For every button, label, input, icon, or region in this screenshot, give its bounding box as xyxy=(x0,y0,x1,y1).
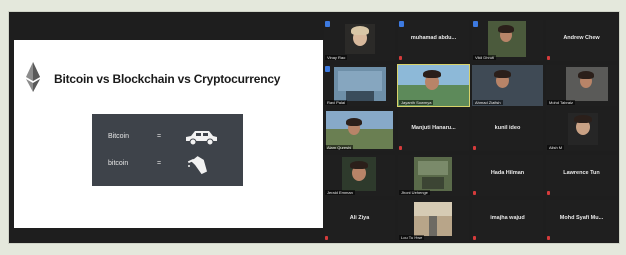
host-shield-icon xyxy=(325,66,330,72)
muted-mic-icon xyxy=(399,146,402,150)
participant-label: Ravi Palai xyxy=(325,100,348,105)
muted-mic-icon xyxy=(325,236,328,240)
participant-tile[interactable]: Vikli Dhruti xyxy=(472,20,543,61)
host-shield-icon xyxy=(325,21,330,27)
participant-name: Lawrence Tun xyxy=(563,170,600,176)
participant-label: Lou Tu Hwe xyxy=(399,235,425,240)
participant-grid: Vinay Rao muhamad abdu... Vikli Dhruti A… xyxy=(324,20,619,242)
definition-row: bitcoin = xyxy=(92,154,243,175)
participant-video xyxy=(345,24,375,54)
equals-sign: = xyxy=(157,133,162,140)
participant-name: Ali Ziya xyxy=(349,215,370,221)
participant-tile[interactable]: Andrew Chew xyxy=(546,20,617,61)
host-shield-icon xyxy=(399,21,404,27)
muted-mic-icon xyxy=(473,146,476,150)
participant-video xyxy=(488,21,526,57)
participant-video xyxy=(342,157,376,191)
equals-sign: = xyxy=(157,160,162,167)
participant-label: Vikli Dhruti xyxy=(473,55,497,60)
participant-video xyxy=(326,111,393,149)
muted-mic-icon xyxy=(399,56,402,60)
participant-tile-speaking[interactable]: Jayanth Sowmya xyxy=(397,64,470,107)
participant-name: Andrew Chew xyxy=(563,35,600,41)
participant-label: Jhoni Uehenge xyxy=(399,190,430,195)
meeting-window: Bitcoin vs Blockchain vs Cryptocurrency … xyxy=(8,11,620,244)
definition-row: Bitcoin = xyxy=(92,127,243,147)
participant-name: Hada Hilman xyxy=(490,170,525,176)
participant-video xyxy=(414,157,452,191)
participant-tile[interactable]: imajha wajud xyxy=(472,200,543,241)
participant-name: Mohd Syafi Mu... xyxy=(559,215,604,221)
participant-label: Ahmad Ziafish xyxy=(473,100,503,105)
ethereum-logo-icon xyxy=(26,62,40,92)
participant-label: Vinay Rao xyxy=(325,55,348,60)
participant-label: Jerald Emman xyxy=(325,190,355,195)
muted-mic-icon xyxy=(547,191,550,195)
participant-tile[interactable]: Vinay Rao xyxy=(324,20,395,61)
participant-label: Mohd Tabraiz xyxy=(547,100,575,105)
host-shield-icon xyxy=(473,21,478,27)
muted-mic-icon xyxy=(473,236,476,240)
participant-tile[interactable]: muhamad abdu... xyxy=(398,20,469,61)
definition-term: Bitcoin xyxy=(108,133,130,140)
definition-box: Bitcoin = bitcoin = xyxy=(92,114,243,186)
shared-slide: Bitcoin vs Blockchain vs Cryptocurrency … xyxy=(14,40,323,228)
participant-tile[interactable]: Ahmad Ziafish xyxy=(472,65,543,106)
participant-label: Alam Qureshi xyxy=(325,145,354,150)
participant-tile[interactable]: Jerald Emman xyxy=(324,155,395,196)
participant-tile[interactable]: Hada Hilman xyxy=(472,155,543,196)
participant-tile[interactable]: Jhoni Uehenge xyxy=(398,155,469,196)
participant-tile[interactable]: Lou Tu Hwe xyxy=(398,200,469,241)
participant-label: Jayanth Sowmya xyxy=(399,100,434,105)
participant-tile[interactable]: Mohd Tabraiz xyxy=(546,65,617,106)
muted-mic-icon xyxy=(547,236,550,240)
slide-title: Bitcoin vs Blockchain vs Cryptocurrency xyxy=(54,72,281,86)
participant-tile[interactable]: Ali Ziya xyxy=(324,200,395,241)
participant-tile[interactable]: Manjuti Hanaru... xyxy=(398,110,469,151)
participant-tile[interactable]: kunil ideo xyxy=(472,110,543,151)
participant-tile[interactable]: Ravi Palai xyxy=(324,65,395,106)
screenshot-frame: Bitcoin vs Blockchain vs Cryptocurrency … xyxy=(0,0,626,255)
participant-name: muhamad abdu... xyxy=(410,35,457,41)
participant-tile[interactable]: Alam Qureshi xyxy=(324,110,395,151)
participant-video xyxy=(414,202,452,236)
participant-tile[interactable]: Mohd Syafi Mu... xyxy=(546,200,617,241)
car-icon xyxy=(186,131,217,146)
participant-video xyxy=(568,113,598,145)
participant-name: kunil ideo xyxy=(494,125,521,131)
participant-tile[interactable]: Alish M xyxy=(546,110,617,151)
definition-term: bitcoin xyxy=(108,160,129,167)
participant-name: Manjuti Hanaru... xyxy=(411,125,456,131)
participant-name: imajha wajud xyxy=(490,215,525,221)
participant-video xyxy=(334,67,386,101)
participant-label: Alish M xyxy=(547,145,565,150)
fuel-nozzle-icon xyxy=(187,156,208,175)
participant-video xyxy=(566,67,608,101)
participant-tile[interactable]: Lawrence Tun xyxy=(546,155,617,196)
muted-mic-icon xyxy=(547,56,550,60)
muted-mic-icon xyxy=(473,191,476,195)
